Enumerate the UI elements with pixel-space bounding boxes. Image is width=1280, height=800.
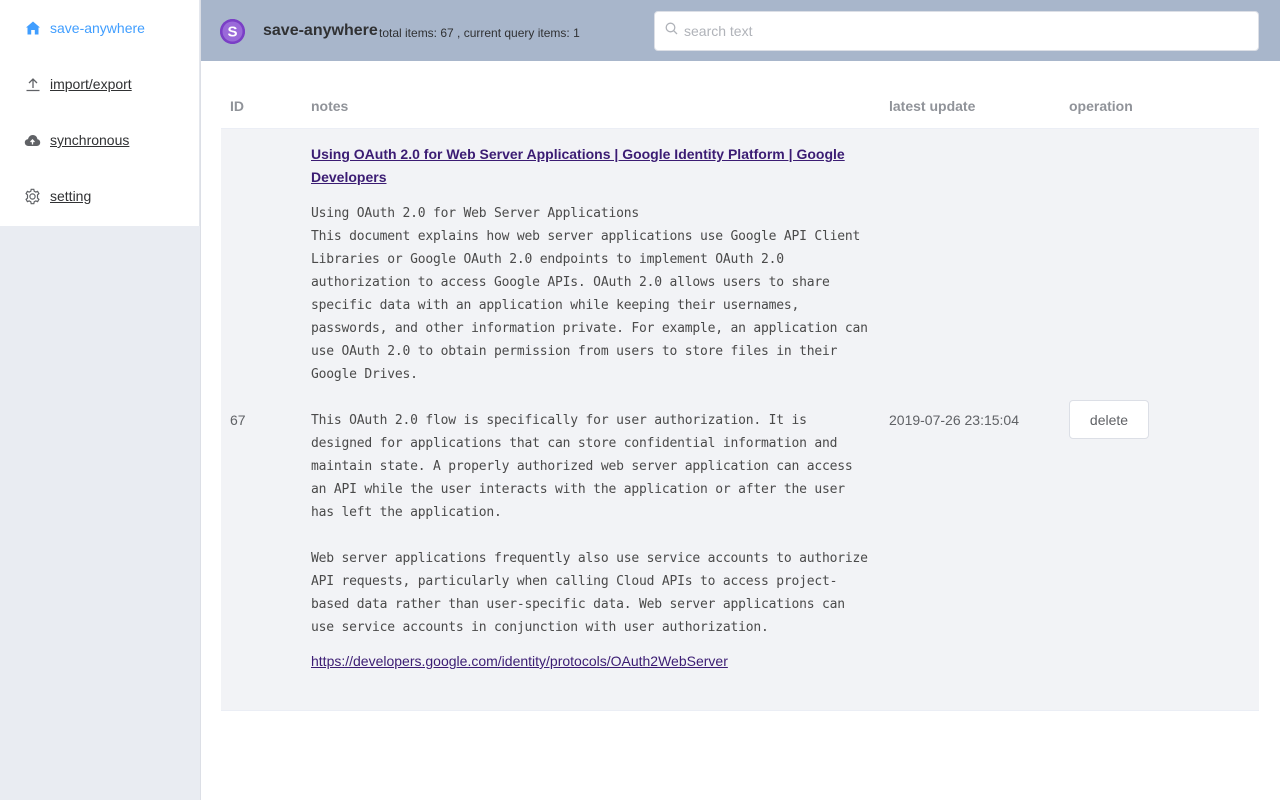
sidebar-item-label: save-anywhere xyxy=(50,20,145,36)
search-input[interactable] xyxy=(684,23,1258,39)
row-id: 67 xyxy=(230,412,246,428)
search-icon xyxy=(665,22,678,40)
header: S save-anywhere total items: 67 , curren… xyxy=(201,0,1280,61)
sidebar: save-anywhere import/export synchronous … xyxy=(0,0,201,800)
home-icon xyxy=(24,20,41,37)
item-stats: total items: 67 , current query items: 1 xyxy=(379,26,580,40)
note-body: Using OAuth 2.0 for Web Server Applicati… xyxy=(311,206,868,635)
table-header: ID notes latest update operation xyxy=(221,85,1259,129)
logo-icon: S xyxy=(227,24,237,41)
note-title-link[interactable]: Using OAuth 2.0 for Web Server Applicati… xyxy=(311,143,871,189)
row-latest-update: 2019-07-26 23:15:04 xyxy=(889,412,1019,428)
sidebar-item-import-export[interactable]: import/export xyxy=(0,56,199,112)
sidebar-menu: save-anywhere import/export synchronous … xyxy=(0,0,200,226)
row-notes: Using OAuth 2.0 for Web Server Applicati… xyxy=(311,143,871,669)
column-header-operation: operation xyxy=(1069,98,1133,114)
cloud-upload-icon xyxy=(24,132,41,149)
sidebar-item-save-anywhere[interactable]: save-anywhere xyxy=(0,0,199,56)
gear-icon xyxy=(24,188,41,205)
column-header-latest-update: latest update xyxy=(889,98,976,114)
sidebar-item-label: synchronous xyxy=(50,132,130,148)
upload-icon xyxy=(24,76,41,93)
logo: S xyxy=(220,19,245,44)
search-box[interactable] xyxy=(654,11,1259,51)
sidebar-item-label: setting xyxy=(50,188,92,204)
table-row: 67 Using OAuth 2.0 for Web Server Applic… xyxy=(221,129,1259,711)
delete-button[interactable]: delete xyxy=(1069,400,1149,439)
note-url-link[interactable]: https://developers.google.com/identity/p… xyxy=(311,653,871,669)
notes-table: ID notes latest update operation 67 Usin… xyxy=(221,85,1259,711)
sidebar-item-label: import/export xyxy=(50,76,132,92)
sidebar-item-synchronous[interactable]: synchronous xyxy=(0,112,199,168)
main-content: ID notes latest update operation 67 Usin… xyxy=(201,61,1280,800)
column-header-notes: notes xyxy=(311,98,349,114)
sidebar-item-setting[interactable]: setting xyxy=(0,168,199,224)
column-header-id: ID xyxy=(230,98,244,114)
app-title: save-anywhere xyxy=(263,22,378,39)
